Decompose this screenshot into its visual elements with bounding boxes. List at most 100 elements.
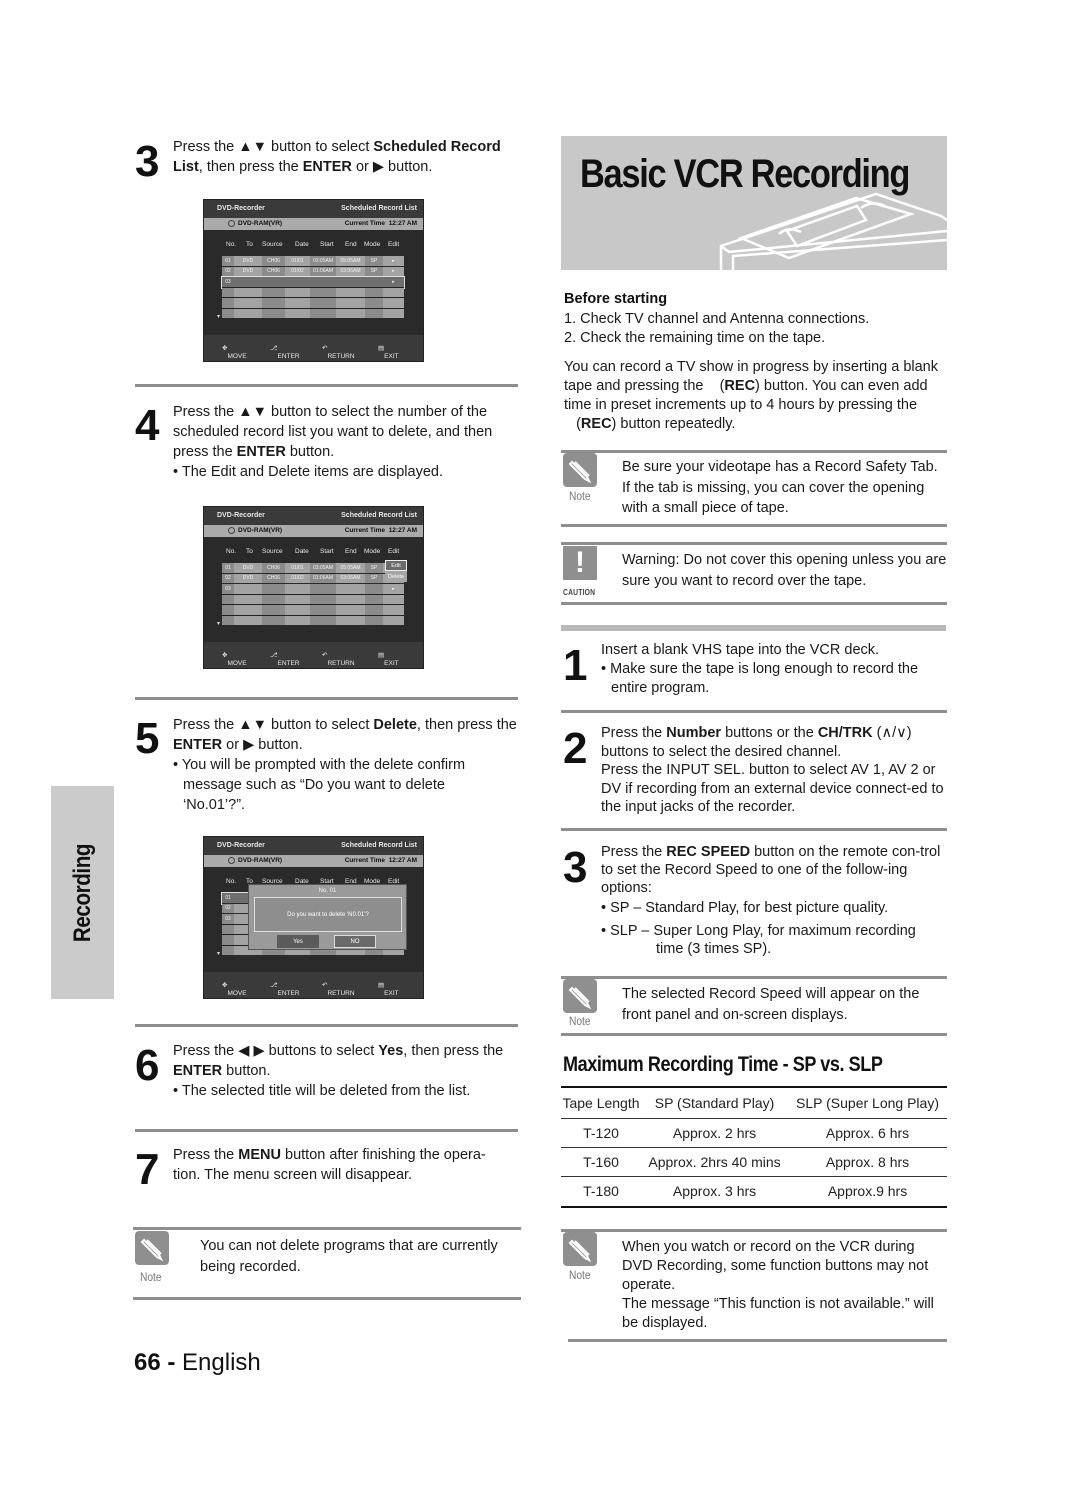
right-arrow-icon: ▶ <box>243 737 255 753</box>
caution-label: CAUTION <box>563 588 596 597</box>
left-right-arrows-icon: ◀ ▶ <box>238 1043 265 1059</box>
table-row: T-160 Approx. 2hrs 40 mins Approx. 8 hrs <box>561 1146 947 1176</box>
divider <box>561 828 947 831</box>
note-label: Note <box>569 1014 591 1028</box>
step-3-text: Press the ▲▼ button to select Scheduled … <box>173 139 501 175</box>
step-6-text: Press the ◀ ▶ buttons to select Yes, the… <box>173 1041 523 1101</box>
step-5-number: 5 <box>135 714 160 763</box>
step-7-text: Press the MENU button after finishing th… <box>173 1147 486 1183</box>
vcr-step-3-number: 3 <box>563 843 588 892</box>
table-row: T-180 Approx. 3 hrs Approx.9 hrs <box>561 1175 947 1205</box>
note-pencil-icon <box>563 979 597 1013</box>
right-arrow-icon: ▶ <box>372 159 385 175</box>
before-starting-heading: Before starting <box>564 291 668 307</box>
vcr-step-2-number: 2 <box>563 724 588 773</box>
osd-app-title: DVD-Recorder <box>217 205 265 212</box>
divider <box>135 1024 518 1027</box>
vcr-step-1-bullet: • Make sure the tape is long enough to r… <box>601 661 919 696</box>
scroll-down-icon[interactable]: ▾ <box>217 313 220 320</box>
before-starting-item: 2. Check the remaining time on the tape. <box>564 330 826 346</box>
table-row[interactable]: 02 DVD CH06 01/02 01:06AM 03:06AM SP <box>222 573 404 584</box>
move-hint: ✥ MOVE <box>222 345 247 360</box>
step-3-number: 3 <box>135 137 160 186</box>
divider <box>561 710 947 713</box>
note-pencil-icon <box>563 453 597 487</box>
exit-hint: ▤ EXIT <box>378 345 399 360</box>
section-side-tab: Recording <box>51 786 114 999</box>
table-title: Maximum Recording Time - SP vs. SLP <box>563 1053 883 1076</box>
menu-item-edit[interactable]: Edit <box>385 560 407 571</box>
table-row-selected[interactable]: 03 ▸ <box>221 276 405 289</box>
step-6-bullet: • The selected title will be deleted fro… <box>173 1083 471 1099</box>
divider <box>135 1129 518 1132</box>
divider <box>133 1297 521 1300</box>
vcr-step-3-bullet-slp: • SLP – Super Long Play, for maximum rec… <box>601 923 916 939</box>
note-1-text: Be sure your videotape has a Record Safe… <box>622 459 938 516</box>
osd-column-headers: No. To Source Date Start End Mode Edit <box>226 548 400 555</box>
divider <box>561 1033 947 1036</box>
vcr-step-1-text: Insert a blank VHS tape into the VCR dec… <box>601 641 946 698</box>
step-5-bullet: • You will be prompted with the delete c… <box>173 757 466 813</box>
step-4-number: 4 <box>135 401 160 450</box>
page-number: 66 <box>134 1349 161 1376</box>
osd-column-headers: No. To Source Date Start End Mode Edit <box>226 241 400 248</box>
vcr-step-1-number: 1 <box>563 641 588 690</box>
step-4-text: Press the ▲▼ button to select the number… <box>173 402 523 482</box>
intro-paragraph: You can record a TV show in progress by … <box>564 359 938 432</box>
osd-screen-scheduled-list: DVD-Recorder Scheduled Record List DVD-RA… <box>203 199 424 362</box>
table-row-empty <box>222 594 404 605</box>
divider <box>561 524 947 527</box>
enter-hint: ⎇ ENTER <box>270 345 300 360</box>
osd-screen-edit-delete: DVD-Recorder Scheduled Record List DVD-RA… <box>203 506 424 669</box>
vhs-tape-icon <box>719 192 947 270</box>
dialog-message: Do you want to delete ‘N0.01’? <box>254 897 402 932</box>
scroll-down-icon[interactable]: ▾ <box>217 620 220 627</box>
step-7-number: 7 <box>135 1145 160 1194</box>
table-row-empty <box>222 308 404 319</box>
caution-exclamation-icon: ! <box>563 546 597 580</box>
table-row[interactable]: 01 DVD CH06 01/01 03:05AM 05:05AM SP <box>222 563 404 574</box>
step-6-number: 6 <box>135 1041 160 1090</box>
page-language: English <box>182 1349 261 1376</box>
table-row[interactable]: 03 ▸ <box>222 584 404 595</box>
table-row[interactable]: 01 DVD CH06 01/01 03:05AM 05:05AM SP ▸ <box>222 256 404 267</box>
table-row: T-120 Approx. 2 hrs Approx. 6 hrs <box>561 1117 947 1147</box>
note-3-text: When you watch or record on the VCR duri… <box>622 1239 934 1331</box>
osd-current-time: Current Time 12:27 AM <box>344 220 417 227</box>
osd-footer: ✥ MOVE ⎇ ENTER ↶ RETURN ▤ EXIT <box>204 972 423 998</box>
table-row-empty <box>222 287 404 298</box>
note-pencil-icon <box>563 1232 597 1266</box>
step-5-text: Press the ▲▼ button to select Delete, th… <box>173 717 517 813</box>
recording-time-table: Tape Length SP (Standard Play) SLP (Supe… <box>561 1088 947 1205</box>
table-row-empty <box>222 615 404 626</box>
table-row-empty <box>222 605 404 616</box>
table-header: SP (Standard Play) <box>641 1088 789 1119</box>
vcr-step-3-bullet-sp: • SP – Standard Play, for best picture q… <box>601 900 889 916</box>
title-banner: Basic VCR Recording <box>561 136 947 270</box>
left-note-text: You can not delete programs that are cur… <box>200 1238 498 1275</box>
divider <box>135 697 518 700</box>
side-tab-label: Recording <box>68 843 96 942</box>
no-button[interactable]: NO <box>334 935 376 948</box>
osd-disc-type: DVD-RAM(VR) <box>238 220 283 227</box>
page-footer: 66 - English <box>134 1349 261 1376</box>
disc-icon <box>228 527 235 534</box>
up-down-arrows-icon: ▲▼ <box>238 139 267 155</box>
scroll-down-icon[interactable]: ▾ <box>217 950 220 957</box>
divider <box>561 450 947 453</box>
menu-item-delete[interactable]: Delete <box>385 571 407 582</box>
divider <box>561 602 947 605</box>
note-pencil-icon <box>135 1231 169 1265</box>
osd-record-list: 01 DVD CH06 01/01 03:05AM 05:05AM SP ▸ 02 DVD CH0… <box>221 256 405 319</box>
osd-screen-title: Scheduled Record List <box>341 205 417 212</box>
note-label: Note <box>140 1270 162 1284</box>
osd-screen-delete-confirm: DVD-Recorder Scheduled Record List DVD-RA… <box>203 836 424 999</box>
vcr-step-3-text: Press the REC SPEED button on the remote… <box>601 843 946 958</box>
divider <box>561 976 947 979</box>
table-row[interactable]: 02 DVD CH06 01/02 01:06AM 03:06AM SP ▸ <box>222 266 404 277</box>
table-header-row: Tape Length SP (Standard Play) SLP (Supe… <box>561 1088 947 1119</box>
table-row-empty <box>222 298 404 309</box>
table-bottom-rule <box>561 1206 947 1208</box>
divider <box>568 1339 947 1342</box>
yes-button[interactable]: Yes <box>277 935 319 948</box>
